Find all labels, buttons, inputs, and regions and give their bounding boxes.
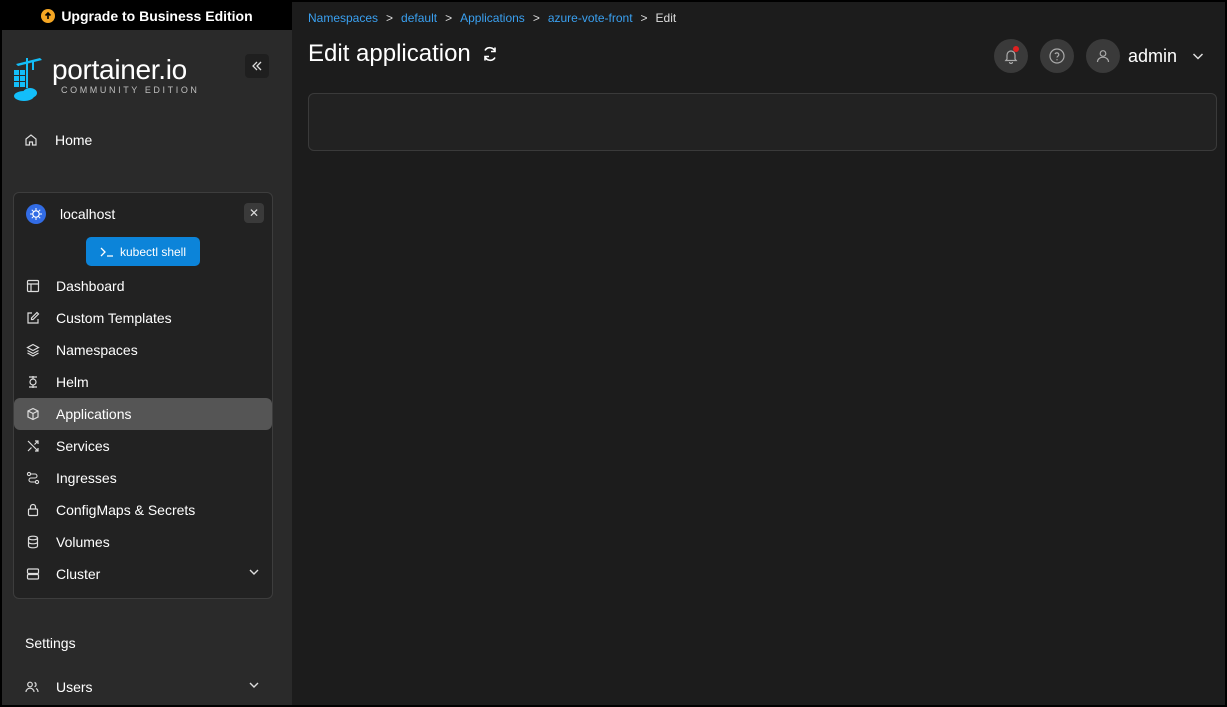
user-menu[interactable]: admin	[1086, 39, 1205, 73]
collapse-sidebar-button[interactable]	[245, 54, 269, 78]
sidebar-item-label: Cluster	[56, 566, 101, 582]
sidebar-item-applications[interactable]: Applications	[14, 398, 272, 430]
breadcrumb-separator: >	[386, 11, 394, 25]
user-icon	[1096, 50, 1110, 63]
chevrons-left-icon	[252, 61, 262, 71]
sidebar-item-label: Dashboard	[56, 278, 125, 294]
users-icon	[25, 680, 41, 694]
avatar	[1086, 39, 1120, 73]
sidebar-item-label: Volumes	[56, 534, 110, 550]
sidebar-item-label: Services	[56, 438, 110, 454]
route-icon	[25, 470, 41, 486]
logo-wordmark: portainer.io	[52, 54, 187, 85]
kubernetes-icon	[26, 204, 46, 224]
breadcrumb-link-application[interactable]: azure-vote-front	[548, 11, 633, 25]
refresh-icon[interactable]	[481, 45, 499, 63]
page-title: Edit application	[308, 40, 499, 68]
app-window: Upgrade to Business Edition portainer.io…	[0, 0, 1227, 707]
page-title-text: Edit application	[308, 40, 471, 67]
portainer-logo[interactable]: portainer.io COMMUNITY EDITION	[12, 52, 212, 102]
layers-icon	[25, 342, 41, 358]
sidebar-item-label: Helm	[56, 374, 89, 390]
sidebar-item-helm[interactable]: Helm	[14, 366, 272, 398]
lock-icon	[25, 502, 41, 518]
sidebar-item-dashboard[interactable]: Dashboard	[14, 270, 272, 302]
sidebar-item-label: Users	[56, 679, 93, 695]
sidebar-item-label: Ingresses	[56, 470, 117, 486]
breadcrumb: Namespaces > default > Applications > az…	[308, 11, 676, 25]
kubectl-shell-button[interactable]: kubectl shell	[86, 237, 200, 266]
terminal-icon	[100, 247, 113, 257]
breadcrumb-link-namespaces[interactable]: Namespaces	[308, 11, 378, 25]
upgrade-label: Upgrade to Business Edition	[61, 8, 253, 24]
breadcrumb-separator: >	[640, 11, 648, 25]
sidebar-item-volumes[interactable]: Volumes	[14, 526, 272, 558]
notification-dot	[1013, 46, 1019, 52]
sidebar-item-namespaces[interactable]: Namespaces	[14, 334, 272, 366]
dashboard-icon	[25, 278, 41, 294]
environment-panel: localhost ✕ kubectl shell Dashboard Cust…	[13, 192, 273, 599]
chevron-down-icon	[1193, 53, 1204, 60]
breadcrumb-link-applications[interactable]: Applications	[460, 11, 525, 25]
sidebar-item-label: Applications	[56, 406, 132, 422]
close-icon: ✕	[248, 206, 260, 220]
sidebar-item-label: Custom Templates	[56, 310, 172, 326]
environment-header: localhost	[26, 203, 262, 225]
sidebar-item-configmaps-secrets[interactable]: ConfigMaps & Secrets	[14, 494, 272, 526]
breadcrumb-link-namespace[interactable]: default	[401, 11, 437, 25]
sidebar-item-cluster[interactable]: Cluster	[14, 558, 272, 590]
close-environment-button[interactable]: ✕	[244, 203, 264, 223]
chevron-down-icon	[248, 679, 260, 691]
edit-icon	[25, 310, 41, 326]
environment-name: localhost	[60, 206, 116, 222]
sidebar-item-ingresses[interactable]: Ingresses	[14, 462, 272, 494]
breadcrumb-separator: >	[445, 11, 453, 25]
sidebar: Upgrade to Business Edition portainer.io…	[2, 2, 292, 705]
notifications-button[interactable]	[994, 39, 1028, 73]
portainer-crane-icon	[14, 58, 42, 101]
shuffle-icon	[25, 438, 41, 454]
logo-edition: COMMUNITY EDITION	[61, 85, 200, 95]
kubectl-shell-label: kubectl shell	[119, 244, 187, 259]
sidebar-item-label: Home	[55, 132, 93, 148]
sidebar-item-custom-templates[interactable]: Custom Templates	[14, 302, 272, 334]
helm-icon	[25, 374, 41, 390]
breadcrumb-separator: >	[532, 11, 540, 25]
server-icon	[25, 566, 41, 582]
help-button[interactable]	[1040, 39, 1074, 73]
sidebar-item-users[interactable]: Users	[14, 671, 272, 703]
application-form-panel	[308, 93, 1217, 151]
sidebar-item-home[interactable]: Home	[14, 126, 272, 154]
box-icon	[25, 406, 41, 422]
sidebar-item-label: Namespaces	[56, 342, 138, 358]
breadcrumb-current: Edit	[655, 11, 677, 25]
upgrade-banner[interactable]: Upgrade to Business Edition	[2, 2, 292, 30]
database-icon	[25, 534, 41, 550]
home-icon	[24, 133, 42, 147]
username: admin	[1128, 45, 1178, 66]
sidebar-item-services[interactable]: Services	[14, 430, 272, 462]
sidebar-item-label: ConfigMaps & Secrets	[56, 502, 196, 518]
chevron-down-icon	[248, 566, 260, 578]
arrow-up-circle-icon	[41, 9, 56, 23]
help-circle-icon	[1049, 48, 1065, 64]
settings-section-title: Settings	[25, 635, 76, 651]
